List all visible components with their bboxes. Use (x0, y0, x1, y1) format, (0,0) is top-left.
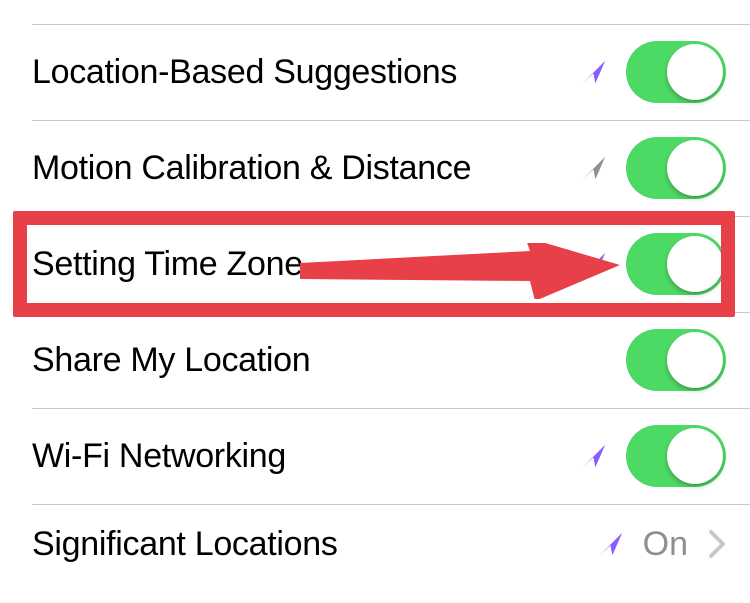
toggle-knob (667, 236, 723, 292)
row-label: Motion Calibration & Distance (32, 149, 580, 188)
row-right (626, 0, 726, 24)
table-row[interactable]: Motion Calibration & Distance (0, 120, 750, 216)
row-value: On (643, 525, 688, 564)
location-arrow-icon (580, 250, 608, 278)
location-arrow-icon (580, 154, 608, 182)
table-row[interactable]: Setting Time Zone (0, 216, 750, 312)
table-row[interactable]: Wi-Fi Networking (0, 408, 750, 504)
toggle-switch[interactable] (626, 425, 726, 487)
location-arrow-icon (580, 58, 608, 86)
row-label: Significant Locations (32, 525, 597, 564)
row-label: Location-Based Suggestions (32, 53, 580, 92)
location-arrow-icon (580, 442, 608, 470)
divider (32, 24, 750, 25)
row-right (580, 137, 726, 199)
toggle-knob (667, 140, 723, 196)
chevron-right-icon (708, 529, 726, 559)
row-right (580, 425, 726, 487)
settings-list: Location-Based Suggestions Motion Calibr… (0, 0, 750, 584)
toggle-switch[interactable] (626, 41, 726, 103)
row-label: Share My Location (32, 341, 626, 380)
row-right (580, 41, 726, 103)
toggle-knob (667, 44, 723, 100)
divider (32, 408, 750, 409)
table-row[interactable]: Significant Locations On (0, 504, 750, 584)
toggle-knob (667, 332, 723, 388)
divider (32, 120, 750, 121)
toggle-switch[interactable] (626, 233, 726, 295)
toggle-switch[interactable] (626, 137, 726, 199)
location-arrow-icon (597, 530, 625, 558)
toggle-switch[interactable] (626, 329, 726, 391)
row-label: Setting Time Zone (32, 245, 580, 284)
divider (32, 504, 750, 505)
table-row[interactable]: Share My Location (0, 312, 750, 408)
table-row (0, 0, 750, 24)
row-right (580, 233, 726, 295)
row-right (626, 329, 726, 391)
row-label: Wi-Fi Networking (32, 437, 580, 476)
toggle-knob (667, 428, 723, 484)
divider (32, 312, 750, 313)
table-row[interactable]: Location-Based Suggestions (0, 24, 750, 120)
row-right: On (597, 525, 726, 564)
divider (32, 216, 750, 217)
